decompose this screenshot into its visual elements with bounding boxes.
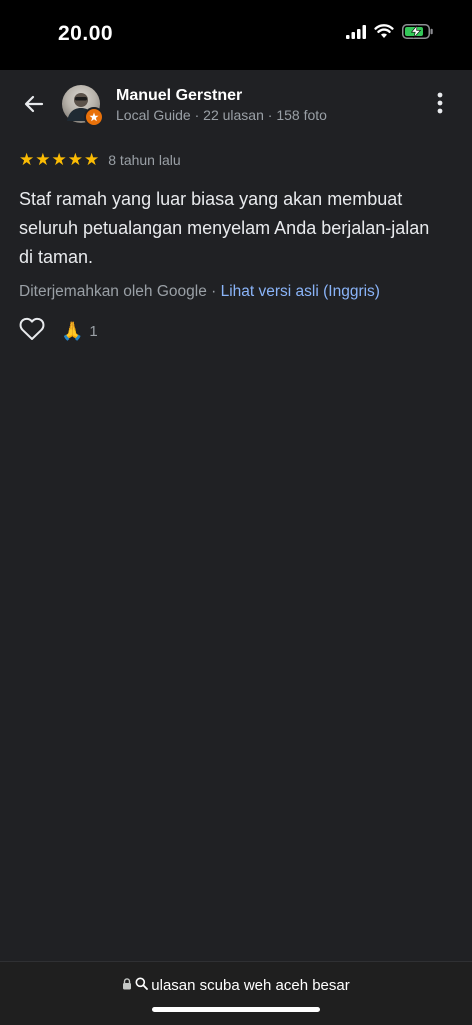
review-header: Manuel Gerstner Local Guide · 22 ulasan … [0,70,472,140]
star-icon: ★ [51,150,67,169]
translation-note: Diterjemahkan oleh Google · [19,283,221,300]
star-icon: ★ [67,150,83,169]
rating-row: ★ ★ ★ ★ ★ 8 tahun lalu [19,150,181,170]
pray-reaction[interactable]: 🙏 1 [61,320,98,342]
star-icon: ★ [84,150,100,169]
star-rating: ★ ★ ★ ★ ★ [19,150,99,170]
url-text: ulasan scuba weh aceh besar [151,977,350,994]
url-content: ulasan scuba weh aceh besar [0,977,472,994]
heart-icon [19,317,45,346]
back-arrow-icon [22,92,46,121]
status-bar: 20.00 [0,0,472,70]
local-guide-badge-icon [84,107,104,127]
avatar[interactable] [62,85,104,127]
pray-count: 1 [89,322,98,340]
wifi-icon [374,24,394,44]
status-time: 20.00 [58,22,114,45]
home-indicator[interactable] [152,1007,320,1012]
back-button[interactable] [18,90,50,122]
translation-row: Diterjemahkan oleh Google · Lihat versi … [19,283,380,301]
battery-charging-icon [402,24,434,44]
more-options-button[interactable] [428,90,452,120]
lock-icon [122,977,132,994]
reviewer-name[interactable]: Manuel Gerstner [116,87,242,105]
star-icon: ★ [19,150,35,169]
browser-url-bar[interactable]: ulasan scuba weh aceh besar [0,961,472,1025]
reviewer-meta: Local Guide · 22 ulasan · 158 foto [116,107,327,123]
like-button[interactable] [19,317,45,346]
signal-icon [346,24,366,44]
review-time: 8 tahun lalu [108,152,181,168]
reactions: 🙏 1 [19,317,98,346]
more-vert-icon [437,92,443,119]
pray-emoji: 🙏 [61,321,84,341]
see-original-link[interactable]: Lihat versi asli (Inggris) [221,283,380,300]
search-icon [135,977,149,994]
status-icons [346,24,434,44]
review-text: Staf ramah yang luar biasa yang akan mem… [19,189,430,267]
star-icon: ★ [35,150,51,169]
